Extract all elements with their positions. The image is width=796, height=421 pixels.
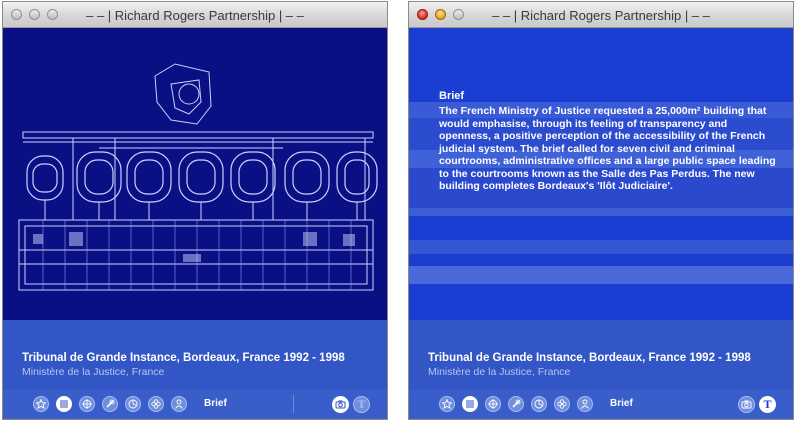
window-title: – – | Richard Rogers Partnership | – – <box>86 8 304 23</box>
floor-plan-drawing <box>18 63 378 291</box>
project-client: Ministère de la Justice, France <box>428 366 571 378</box>
project-title: Tribunal de Grande Instance, Bordeaux, F… <box>22 352 345 364</box>
flower-icon[interactable] <box>148 396 164 412</box>
pencil-icon[interactable] <box>102 396 118 412</box>
chart-icon[interactable] <box>531 396 547 412</box>
camera-icon[interactable] <box>332 396 349 413</box>
pencil-icon[interactable] <box>508 396 524 412</box>
flower-icon[interactable] <box>554 396 570 412</box>
toolbar: Brief T <box>3 390 387 419</box>
list-icon[interactable] <box>56 396 72 412</box>
camera-icon[interactable] <box>738 396 755 413</box>
window-brief: – – | Richard Rogers Partnership | – – B… <box>409 2 793 419</box>
list-icon[interactable] <box>462 396 478 412</box>
chart-icon[interactable] <box>125 396 141 412</box>
brief-text: The French Ministry of Justice requested… <box>439 105 776 192</box>
toolbar-divider <box>293 395 294 413</box>
star-icon[interactable] <box>33 396 49 412</box>
toolbar: Brief T <box>409 390 793 419</box>
star-icon[interactable] <box>439 396 455 412</box>
brief-heading: Brief <box>439 90 465 102</box>
project-client: Ministère de la Justice, France <box>22 366 165 378</box>
crosshair-icon[interactable] <box>485 396 501 412</box>
text-view-icon[interactable]: T <box>759 396 776 413</box>
window-plan: – – | Richard Rogers Partnership | – – T… <box>3 2 387 419</box>
people-icon[interactable] <box>171 396 187 412</box>
section-label: Brief <box>610 398 633 409</box>
brief-panel: Brief The French Ministry of Justice req… <box>409 28 793 320</box>
window-title: – – | Richard Rogers Partnership | – – <box>492 8 710 23</box>
project-title: Tribunal de Grande Instance, Bordeaux, F… <box>428 352 751 364</box>
plan-drawing-panel <box>3 28 387 320</box>
crosshair-icon[interactable] <box>79 396 95 412</box>
section-label: Brief <box>204 398 227 409</box>
people-icon[interactable] <box>577 396 593 412</box>
text-view-icon[interactable]: T <box>353 396 370 413</box>
title-bar[interactable]: – – | Richard Rogers Partnership | – – <box>409 2 793 28</box>
title-bar[interactable]: – – | Richard Rogers Partnership | – – <box>3 2 387 28</box>
